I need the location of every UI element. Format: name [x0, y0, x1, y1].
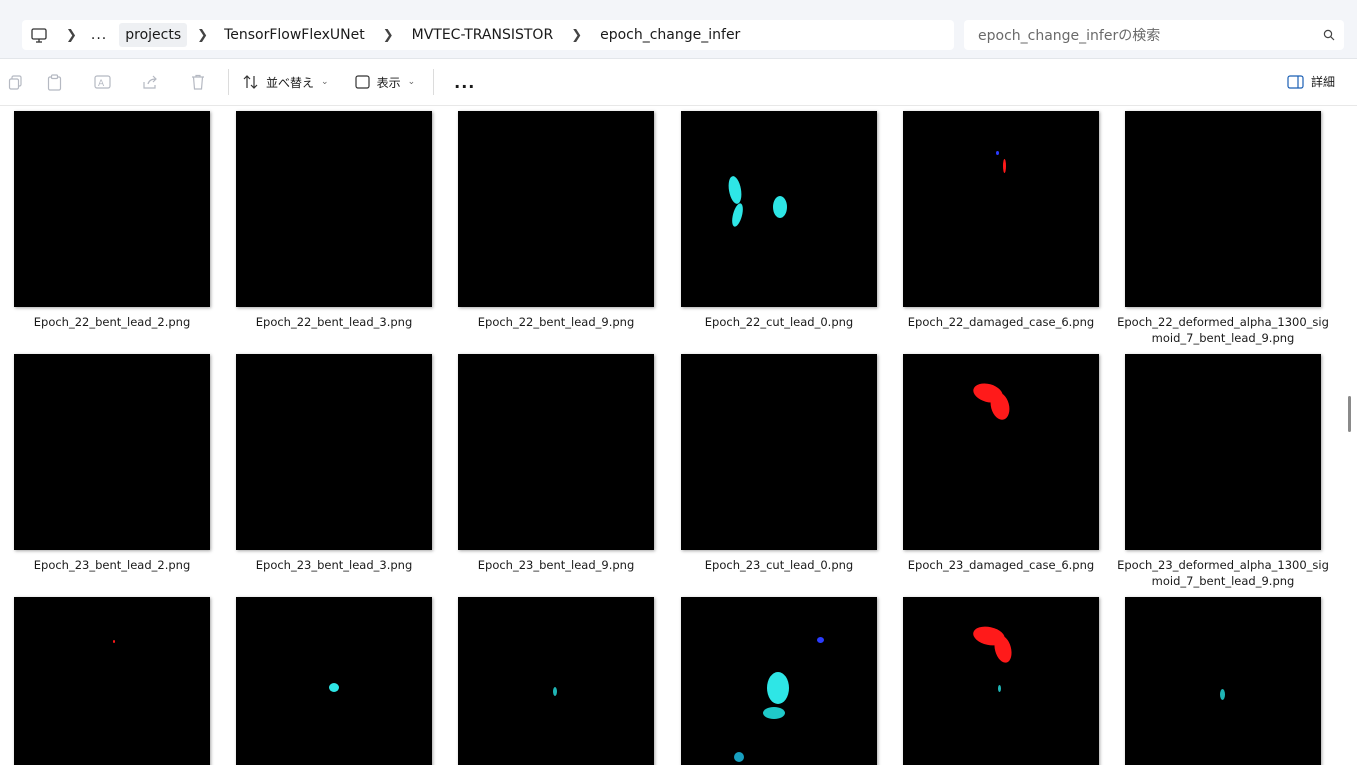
this-pc-icon[interactable]	[22, 27, 56, 43]
thumbnail	[236, 111, 432, 307]
search-input[interactable]: epoch_change_inferの検索	[978, 25, 1314, 45]
file-name: Epoch_23_bent_lead_3.png	[255, 558, 413, 572]
file-name: Epoch_23_bent_lead_2.png	[33, 558, 191, 572]
search-box[interactable]: epoch_change_inferの検索	[964, 20, 1344, 50]
chevron-right-icon[interactable]: ❯	[371, 28, 406, 43]
thumbnail	[14, 354, 210, 550]
file-name: Epoch_22_bent_lead_9.png	[477, 315, 635, 329]
file-name: Epoch_22_cut_lead_0.png	[704, 315, 854, 329]
breadcrumb-mvtec-transistor[interactable]: MVTEC-TRANSISTOR	[406, 23, 560, 47]
view-button[interactable]: 表示 ⌄	[347, 74, 424, 91]
thumbnail	[458, 111, 654, 307]
thumbnail	[1125, 111, 1321, 307]
chevron-right-icon[interactable]: ❯	[559, 28, 594, 43]
toolbar-divider	[228, 69, 229, 95]
thumbnail	[903, 597, 1099, 765]
sort-icon	[243, 75, 258, 89]
thumbnail	[236, 354, 432, 550]
thumbnail	[681, 597, 877, 765]
thumbnail	[458, 354, 654, 550]
file-name: Epoch_23_cut_lead_0.png	[704, 558, 854, 572]
sort-label: 並べ替え	[266, 75, 315, 90]
breadcrumb-tensorflowflexunet[interactable]: TensorFlowFlexUNet	[218, 23, 371, 47]
command-bar: A 並べ替え ⌄ 表示 ⌄ ... 詳細	[0, 59, 1357, 106]
thumbnail	[14, 111, 210, 307]
delete-icon[interactable]	[174, 74, 222, 90]
breadcrumb-epoch-change-infer[interactable]: epoch_change_infer	[594, 23, 746, 47]
thumbnail	[458, 597, 654, 765]
vertical-scrollbar[interactable]	[1348, 396, 1351, 432]
thumbnail	[681, 111, 877, 307]
search-icon[interactable]	[1314, 29, 1344, 41]
chevron-right-icon[interactable]: ❯	[56, 28, 87, 43]
more-options-button[interactable]: ...	[440, 73, 489, 92]
details-button[interactable]: 詳細	[1287, 73, 1335, 90]
chevron-down-icon: ⌄	[407, 77, 416, 87]
sort-button[interactable]: 並べ替え ⌄	[235, 74, 337, 91]
thumbnail	[1125, 597, 1321, 765]
svg-text:A: A	[98, 79, 105, 89]
file-grid: Epoch_22_bent_lead_2.png Epoch_22_bent_l…	[0, 106, 1342, 765]
paste-icon[interactable]	[30, 73, 78, 91]
thumbnail	[236, 597, 432, 765]
thumbnail	[681, 354, 877, 550]
copy-icon[interactable]	[0, 74, 30, 90]
toolbar-divider	[433, 69, 435, 95]
file-name: Epoch_23_damaged_case_6.png	[907, 558, 1095, 572]
details-label: 詳細	[1310, 75, 1335, 89]
thumbnail	[14, 597, 210, 765]
breadcrumb-projects[interactable]: projects	[119, 23, 188, 47]
file-name: Epoch_22_damaged_case_6.png	[907, 315, 1095, 329]
file-name: Epoch_22_bent_lead_2.png	[33, 315, 191, 329]
chevron-down-icon: ⌄	[321, 77, 329, 87]
view-label: 表示	[376, 75, 401, 90]
rename-icon[interactable]: A	[78, 74, 126, 90]
thumbnail	[903, 354, 1099, 550]
thumbnail	[1125, 354, 1321, 550]
chevron-right-icon[interactable]: ❯	[187, 28, 218, 43]
details-pane-icon	[1287, 74, 1304, 89]
view-icon	[354, 75, 370, 89]
file-name: Epoch_22_deformed_alpha_1300_sigmoid_7_b…	[1117, 315, 1329, 345]
file-name: Epoch_23_bent_lead_9.png	[477, 558, 635, 572]
file-name: Epoch_22_bent_lead_3.png	[255, 315, 413, 329]
address-bar[interactable]: ❯ ... projects ❯ TensorFlowFlexUNet ❯ MV…	[22, 20, 954, 50]
thumbnail	[903, 111, 1099, 307]
breadcrumb-overflow[interactable]: ...	[87, 27, 111, 43]
share-icon[interactable]	[126, 75, 174, 90]
file-name: Epoch_23_deformed_alpha_1300_sigmoid_7_b…	[1117, 558, 1329, 588]
address-strip: ❯ ... projects ❯ TensorFlowFlexUNet ❯ MV…	[0, 0, 1357, 59]
